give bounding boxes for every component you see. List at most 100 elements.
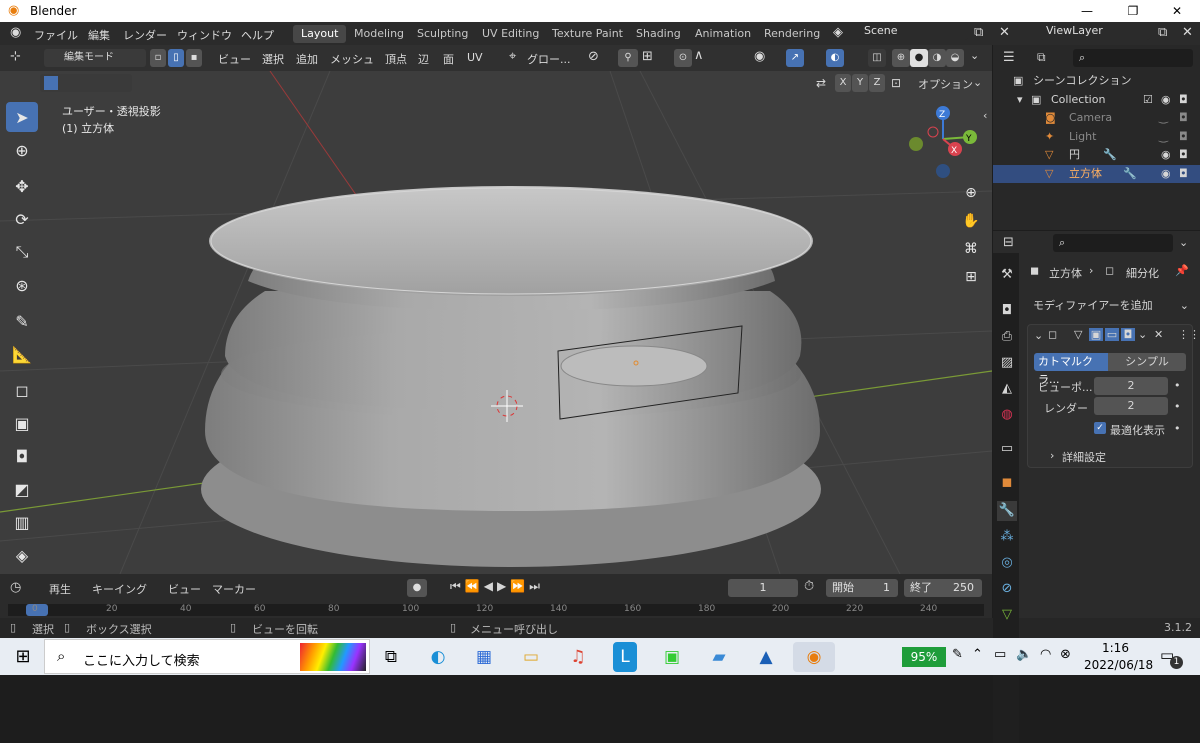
simple-tab[interactable]: シンプル — [1108, 353, 1186, 371]
particles-tab-icon[interactable]: ⁂ — [997, 527, 1017, 547]
world-tab-icon[interactable]: ◍ — [997, 405, 1017, 425]
render-levels-field[interactable]: 2 — [1094, 397, 1168, 415]
menu-render[interactable]: レンダー — [123, 27, 167, 43]
display-mode-icon[interactable]: ⧉ — [1037, 50, 1046, 65]
edge-browser-icon[interactable]: ◐ — [423, 642, 453, 672]
menu-mesh[interactable]: メッシュ — [330, 51, 374, 67]
viewport-levels-field[interactable]: 2 — [1094, 377, 1168, 395]
blender-menu-icon[interactable]: ◉ — [10, 25, 21, 40]
tablet-app-icon[interactable]: ▰ — [704, 642, 734, 672]
collection-tab-icon[interactable]: ▭ — [997, 439, 1017, 459]
advanced-chevron-icon[interactable]: › — [1050, 449, 1054, 462]
overlay-toggle-icon[interactable]: ◐ — [826, 49, 844, 67]
loop-cut-tool-icon[interactable]: ▥ — [6, 507, 38, 537]
outliner-editor-icon[interactable]: ☰ — [1003, 50, 1015, 65]
eye-icon[interactable]: ◉ — [1161, 146, 1171, 164]
remove-modifier-icon[interactable]: ✕ — [1154, 328, 1163, 341]
camera-view-icon[interactable]: ⌘ — [959, 237, 983, 261]
blender-taskbar-icon[interactable]: ◉ — [793, 642, 835, 672]
zoom-icon[interactable]: ⊕ — [959, 181, 983, 205]
record-icon[interactable]: ● — [407, 579, 427, 597]
outliner-row-light[interactable]: ✦ Light ‿ ◘ — [993, 128, 1200, 146]
viewport-keyframe-dot-icon[interactable]: • — [1174, 379, 1181, 392]
visibility-icon[interactable]: ◉ — [754, 49, 765, 64]
battery-icon[interactable]: ▭ — [994, 647, 1006, 662]
line-app-icon[interactable]: ▣ — [657, 642, 687, 672]
cursor-tool-icon[interactable]: ⊕ — [6, 135, 38, 165]
add-cube-tool-icon[interactable]: ◻ — [6, 375, 38, 405]
menu-add[interactable]: 追加 — [296, 51, 318, 67]
playback-menu[interactable]: 再生 — [49, 581, 71, 597]
advanced-subpanel[interactable]: 詳細設定 — [1062, 449, 1106, 465]
task-view-icon[interactable]: ⧉ — [376, 642, 406, 672]
menu-uv[interactable]: UV — [467, 51, 483, 64]
eye-icon[interactable]: ◉ — [1161, 91, 1171, 109]
minimize-button[interactable]: — — [1064, 0, 1110, 22]
workspace-tab-sculpting[interactable]: Sculpting — [409, 25, 476, 43]
view-layer-tab-icon[interactable]: ▨ — [997, 353, 1017, 373]
workspace-tab-rendering[interactable]: Rendering — [756, 25, 828, 43]
vertex-select-button[interactable]: ▫ — [150, 49, 166, 67]
collapse-chevron-icon[interactable]: ⌄ — [1034, 329, 1043, 342]
workspace-tab-uv-editing[interactable]: UV Editing — [474, 25, 547, 43]
knife-tool-icon[interactable]: ◈ — [6, 540, 38, 570]
modifier-tab-icon[interactable]: 🔧 — [997, 501, 1017, 521]
snap-options-icon[interactable]: ⊡ — [891, 76, 901, 90]
navigation-gizmo[interactable]: Z Y X — [903, 101, 983, 181]
outliner-row-cube[interactable]: ▽ 立方体 🔧 ◉ ◘ — [993, 165, 1200, 183]
pivot-icon[interactable]: ⊘ — [588, 49, 599, 64]
pin-icon[interactable]: 📌 — [1175, 264, 1189, 277]
3d-viewport[interactable]: ➤ ⊕ ✥ ⟳ ⤡ ⊛ ✎ 📐 ◻ ▣ ◘ ◩ ▥ ◈ ユーザー・透視投影 (1… — [0, 71, 992, 574]
drag-handle-icon[interactable]: ⋮⋮ — [1178, 328, 1200, 341]
start-frame-field[interactable]: 開始 1 — [826, 579, 898, 597]
data-tab-icon[interactable]: ▽ — [997, 605, 1017, 625]
optimal-keyframe-dot-icon[interactable]: • — [1174, 422, 1181, 435]
menu-select[interactable]: 選択 — [262, 51, 284, 67]
timeline-view-menu[interactable]: ビュー — [168, 581, 201, 597]
mode-select[interactable]: 編集モード — [44, 49, 146, 67]
menu-file[interactable]: ファイル — [34, 27, 78, 43]
scene-tab-icon[interactable]: ◭ — [997, 379, 1017, 399]
end-frame-field[interactable]: 終了 250 — [904, 579, 982, 597]
expand-icon[interactable]: ▾ — [1017, 91, 1023, 109]
menu-window[interactable]: ウィンドウ — [177, 27, 232, 43]
store-icon[interactable]: ▦ — [469, 642, 499, 672]
workspace-tab-animation[interactable]: Animation — [687, 25, 759, 43]
new-viewlayer-icon[interactable]: ⧉ — [1158, 25, 1167, 40]
current-frame-field[interactable]: 1 — [728, 579, 798, 597]
scale-tool-icon[interactable]: ⤡ — [6, 237, 38, 267]
camera-render-icon[interactable]: ◘ — [1179, 165, 1188, 183]
solid-shading-icon[interactable]: ● — [910, 49, 928, 67]
axis-x-toggle[interactable]: X — [835, 74, 851, 92]
pan-hand-icon[interactable]: ✋ — [959, 209, 983, 233]
menu-edit[interactable]: 編集 — [88, 27, 110, 43]
outliner-row-camera[interactable]: ◙ Camera ‿ ◘ — [993, 109, 1200, 127]
cage-toggle-icon[interactable]: ▣ — [1089, 328, 1103, 341]
inset-tool-icon[interactable]: ◘ — [6, 441, 38, 471]
catmull-clark-tab[interactable]: カトマルクラ... — [1034, 353, 1108, 386]
workspace-tab-shading[interactable]: Shading — [628, 25, 689, 43]
options-dropdown[interactable]: オプション — [918, 76, 973, 92]
new-scene-icon[interactable]: ⧉ — [974, 25, 983, 40]
snap-target-icon[interactable]: ⊞ — [642, 49, 653, 64]
camera-render-icon[interactable]: ◘ — [1179, 91, 1188, 109]
wireframe-shading-icon[interactable]: ⊕ — [892, 49, 910, 67]
render-keyframe-dot-icon[interactable]: • — [1174, 400, 1181, 413]
remove-viewlayer-icon[interactable]: ✕ — [1182, 25, 1193, 40]
render-tab-icon[interactable]: ◘ — [997, 301, 1017, 321]
properties-options-chevron-icon[interactable]: ⌄ — [1179, 236, 1188, 249]
annotate-tool-icon[interactable]: ✎ — [6, 306, 38, 336]
axis-y-toggle[interactable]: Y — [852, 74, 868, 92]
menu-view[interactable]: ビュー — [218, 51, 251, 67]
bevel-tool-icon[interactable]: ◩ — [6, 474, 38, 504]
playback-controls[interactable]: ⏮⏪◀▶⏩⏭ — [450, 579, 544, 594]
checkbox-icon[interactable]: ☑ — [1143, 91, 1153, 109]
maximize-button[interactable]: ❐ — [1110, 0, 1156, 22]
marker-menu[interactable]: マーカー — [212, 581, 256, 597]
outliner-row-scene-collection[interactable]: ▣ シーンコレクション — [993, 72, 1200, 90]
axis-z-toggle[interactable]: Z — [869, 74, 885, 92]
itunes-icon[interactable]: ♫ — [563, 642, 593, 672]
wifi-icon[interactable]: ◠ — [1040, 647, 1051, 662]
viewport-toggle-icon[interactable]: ▭ — [1105, 328, 1119, 341]
properties-editor-icon[interactable]: ⊟ — [1003, 235, 1014, 250]
